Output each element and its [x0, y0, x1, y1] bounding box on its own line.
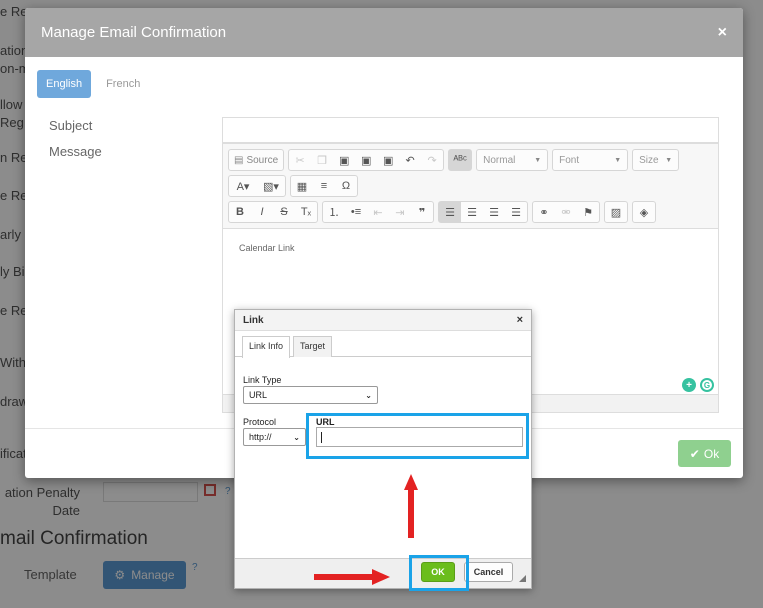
arrow-up-to-url [404, 474, 418, 538]
annotation-arrows [314, 474, 418, 585]
arrow-right-to-ok [314, 569, 390, 585]
